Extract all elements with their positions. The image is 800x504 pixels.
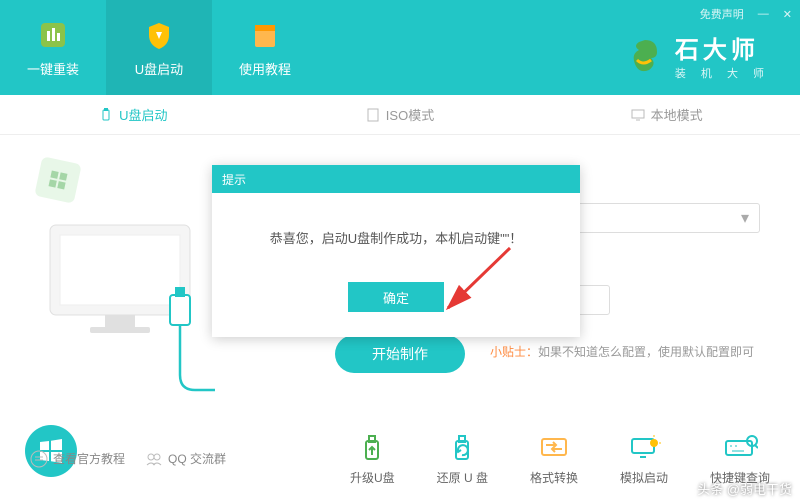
main-nav: 一键重装 U盘启动 使用教程	[0, 0, 318, 95]
tool-hotkey-lookup[interactable]: 快捷键查询	[710, 431, 770, 486]
restore-usb-icon	[444, 431, 480, 463]
watermark: 头条 @弱电干货	[697, 479, 792, 498]
usb-icon	[99, 108, 113, 122]
tab-usb-boot[interactable]: U盘启动	[0, 95, 267, 134]
bars-icon	[35, 17, 71, 53]
brand-sub: 装 机 大 师	[675, 65, 770, 81]
nav-label: 一键重装	[27, 59, 79, 78]
nav-label: 使用教程	[239, 59, 291, 78]
link-label: 查看官方教程	[53, 450, 125, 467]
chevron-down-icon: ▾	[741, 208, 749, 228]
nav-reinstall[interactable]: 一键重装	[0, 0, 106, 95]
file-icon	[366, 108, 380, 122]
computer-illustration	[20, 195, 220, 395]
close-button[interactable]: ✕	[783, 8, 792, 21]
upgrade-usb-icon	[354, 431, 390, 463]
tool-format-convert[interactable]: 格式转换	[530, 431, 578, 486]
sub-tabs: U盘启动 ISO模式 本地模式	[0, 95, 800, 135]
nav-usb-boot[interactable]: U盘启动	[106, 0, 212, 95]
group-icon	[145, 450, 163, 468]
brand-name: 石大师	[675, 30, 770, 65]
tab-label: ISO模式	[386, 105, 434, 124]
monitor-icon	[631, 108, 645, 122]
book-icon	[247, 17, 283, 53]
nav-tutorial[interactable]: 使用教程	[212, 0, 318, 95]
button-label: 开始制作	[372, 344, 428, 364]
tool-label: 格式转换	[530, 469, 578, 486]
link-label: QQ 交流群	[168, 450, 226, 467]
tip-body: 如果不知道怎么配置，使用默认配置即可	[538, 345, 754, 359]
tool-restore-usb[interactable]: 还原 U 盘	[437, 431, 488, 486]
tool-simulate-boot[interactable]: 模拟启动	[620, 431, 668, 486]
app-header: 一键重装 U盘启动 使用教程 免费声明 — ✕ 石大师 装 机 大 师	[0, 0, 800, 95]
minimize-button[interactable]: —	[758, 8, 769, 20]
start-create-button[interactable]: 开始制作	[335, 335, 465, 373]
keyboard-icon	[722, 431, 758, 463]
brand: 石大师 装 机 大 师	[625, 30, 770, 81]
qq-group-link[interactable]: QQ 交流群	[145, 450, 226, 468]
tool-label: 模拟启动	[620, 469, 668, 486]
tab-label: U盘启动	[119, 105, 167, 124]
tool-label: 升级U盘	[350, 469, 395, 486]
bottom-toolbar: 查看官方教程 QQ 交流群 升级U盘 还原 U 盘 格式转换 模拟启动	[0, 431, 800, 486]
dialog-message: 恭喜您，启动U盘制作成功，本机启动键""！	[212, 193, 580, 282]
button-label: 确定	[383, 288, 409, 307]
tip-text: 小贴士：如果不知道怎么配置，使用默认配置即可	[490, 343, 754, 360]
tool-label: 还原 U 盘	[437, 469, 488, 486]
tip-prefix: 小贴士：	[490, 345, 538, 359]
success-dialog: 提示 恭喜您，启动U盘制作成功，本机启动键""！ 确定	[212, 165, 580, 337]
dialog-title: 提示	[212, 165, 580, 193]
tab-iso[interactable]: ISO模式	[267, 95, 534, 134]
disclaimer-link[interactable]: 免费声明	[700, 6, 744, 22]
tab-label: 本地模式	[651, 105, 703, 124]
tab-local[interactable]: 本地模式	[533, 95, 800, 134]
doc-icon	[30, 450, 48, 468]
convert-icon	[536, 431, 572, 463]
tool-upgrade-usb[interactable]: 升级U盘	[350, 431, 395, 486]
main-content: ▾ 开始制作 小贴士：如果不知道怎么配置，使用默认配置即可 提示 恭喜您，启动U…	[0, 135, 800, 504]
ok-button[interactable]: 确定	[348, 282, 444, 312]
window-controls: 免费声明 — ✕	[700, 6, 792, 22]
brand-logo-icon	[625, 36, 665, 76]
simulate-icon	[626, 431, 662, 463]
tutorial-link[interactable]: 查看官方教程	[30, 450, 125, 468]
nav-label: U盘启动	[135, 59, 183, 78]
shield-icon	[141, 17, 177, 53]
